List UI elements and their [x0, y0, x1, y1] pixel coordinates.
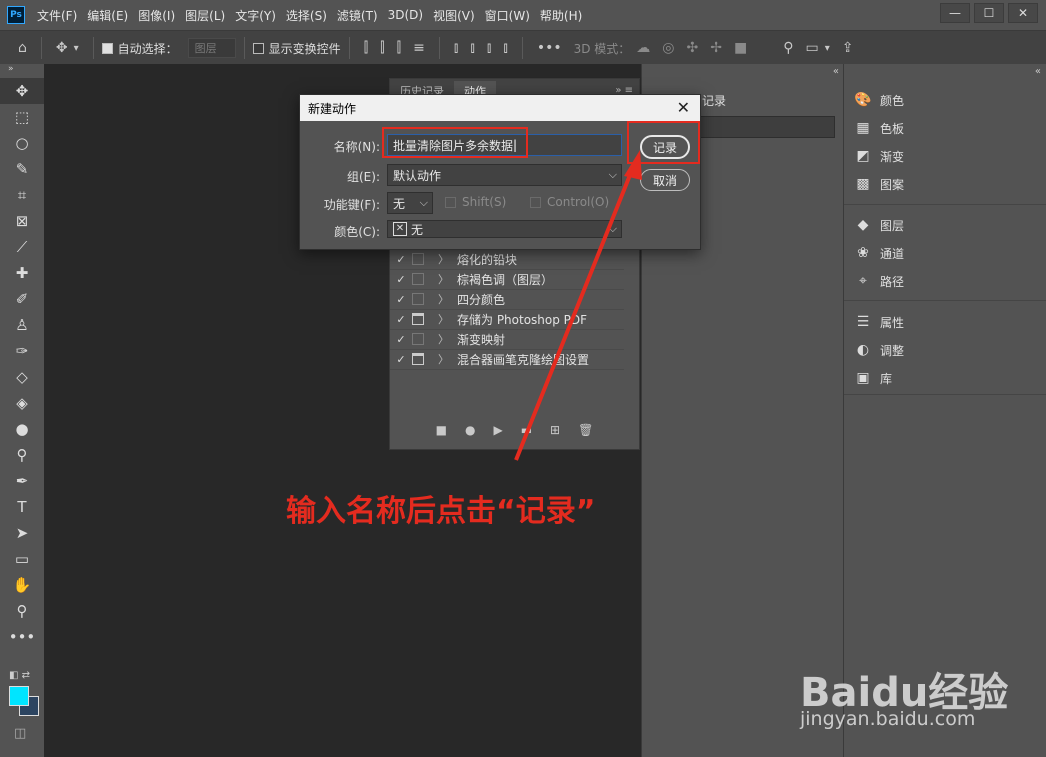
arrow-shaft: [514, 169, 634, 461]
arrow-head: [624, 150, 642, 180]
annotation-arrow: [514, 150, 642, 461]
baidu-watermark-url: jingyan.baidu.com: [800, 708, 976, 730]
annotation-text: 输入名称后点击“记录”: [286, 494, 596, 529]
